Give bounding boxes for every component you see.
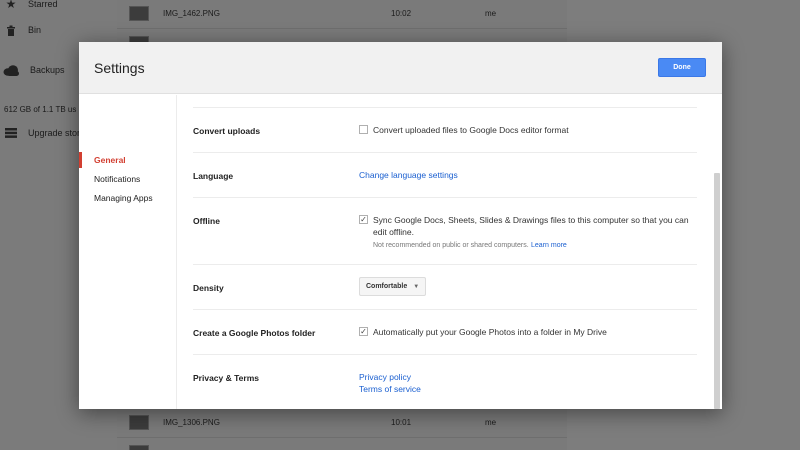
- sidebar-item-bin[interactable]: Bin: [0, 19, 41, 41]
- offline-note: Not recommended on public or shared comp…: [359, 238, 699, 252]
- density-select[interactable]: Comfortable ▼: [359, 277, 427, 296]
- table-row[interactable]: IMG_1462.PNG 10:02 me: [117, 0, 567, 29]
- photos-folder-checkbox-label: Automatically put your Google Photos int…: [373, 327, 607, 337]
- convert-uploads-control: Convert uploaded files to Google Docs ed…: [359, 125, 569, 135]
- change-language-link[interactable]: Change language settings: [359, 170, 458, 180]
- nav-item-managing-apps[interactable]: Managing Apps: [79, 189, 177, 207]
- upgrade-storage-link[interactable]: Upgrade stora: [0, 122, 85, 144]
- learn-more-link[interactable]: Learn more: [531, 242, 567, 249]
- nav-item-general[interactable]: General: [79, 151, 177, 169]
- settings-dialog: Settings Done General Notifications Mana…: [79, 42, 722, 409]
- storage-usage-text: 612 GB of 1.1 TB us: [4, 105, 77, 114]
- table-row[interactable]: IMG_1306.PNG 10:01 me: [117, 408, 567, 438]
- settings-content: Convert uploads Convert uploaded files t…: [178, 95, 712, 409]
- sidebar-item-label: Bin: [28, 25, 42, 35]
- file-thumbnail: [129, 445, 149, 450]
- offline-checkbox-label-line1: Sync Google Docs, Sheets, Slides & Drawi…: [373, 215, 689, 225]
- setting-row-offline: Offline ✓ Sync Google Docs, Sheets, Slide…: [193, 198, 697, 265]
- setting-row-convert-uploads: Convert uploads Convert uploaded files t…: [193, 108, 697, 153]
- convert-uploads-checkbox-label: Convert uploaded files to Google Docs ed…: [373, 125, 569, 135]
- privacy-policy-link[interactable]: Privacy policy: [359, 372, 411, 382]
- offline-checkbox-label-line2: edit offline.: [373, 227, 414, 237]
- settings-nav: General Notifications Managing Apps: [79, 95, 177, 409]
- scrollbar-track[interactable]: [712, 95, 722, 409]
- done-button[interactable]: Done: [658, 58, 706, 77]
- language-label: Language: [193, 171, 234, 181]
- sidebar-item-backups[interactable]: Backups: [0, 59, 65, 81]
- file-modified-time: 10:01: [391, 418, 412, 427]
- setting-row-density: Density Comfortable ▼: [193, 265, 697, 310]
- convert-uploads-label: Convert uploads: [193, 126, 261, 136]
- density-label: Density: [193, 283, 224, 293]
- photos-folder-control: ✓ Automatically put your Google Photos in…: [359, 327, 607, 337]
- file-modified-time: 10:02: [391, 9, 412, 18]
- upgrade-storage-label: Upgrade stora: [28, 128, 86, 138]
- language-control: Change language settings: [359, 170, 458, 180]
- offline-checkbox[interactable]: ✓: [359, 215, 368, 225]
- file-name: IMG_1462.PNG: [163, 9, 220, 18]
- file-owner: me: [485, 418, 497, 427]
- density-selected-value: Comfortable: [366, 283, 408, 290]
- convert-uploads-checkbox[interactable]: [359, 125, 368, 135]
- terms-of-service-link[interactable]: Terms of service: [359, 384, 421, 394]
- file-thumbnail: [129, 415, 149, 430]
- scrollbar-thumb[interactable]: [714, 173, 720, 409]
- sidebar-item-starred[interactable]: ★ Starred: [0, 0, 58, 15]
- sidebar-item-label: Backups: [30, 65, 65, 75]
- photos-folder-label: Create a Google Photos folder: [193, 328, 316, 338]
- table-row[interactable]: [117, 438, 567, 450]
- privacy-control: Privacy policy Terms of service: [359, 371, 421, 395]
- sidebar-item-label: Starred: [28, 0, 58, 9]
- privacy-label: Privacy & Terms: [193, 373, 259, 383]
- file-name: IMG_1306.PNG: [163, 418, 220, 427]
- chevron-down-icon: ▼: [413, 283, 420, 290]
- setting-row-photos-folder: Create a Google Photos folder ✓ Automatic…: [193, 310, 697, 355]
- density-control: Comfortable ▼: [359, 277, 427, 296]
- offline-control: ✓ Sync Google Docs, Sheets, Slides & Draw…: [359, 214, 699, 252]
- offline-label: Offline: [193, 216, 220, 226]
- file-owner: me: [485, 9, 497, 18]
- setting-row-language: Language Change language settings: [193, 153, 697, 198]
- cloud-icon: [2, 63, 20, 77]
- offline-note-text: Not recommended on public or shared comp…: [373, 242, 529, 249]
- photos-folder-checkbox[interactable]: ✓: [359, 327, 368, 337]
- nav-item-notifications[interactable]: Notifications: [79, 170, 177, 188]
- dialog-header: Settings Done: [79, 42, 722, 94]
- bin-icon: [4, 23, 18, 37]
- setting-row-privacy: Privacy & Terms Privacy policy Terms of …: [193, 355, 697, 409]
- file-thumbnail: [129, 6, 149, 21]
- star-icon: ★: [5, 0, 17, 11]
- dialog-title: Settings: [94, 60, 145, 76]
- storage-icon: [4, 126, 18, 140]
